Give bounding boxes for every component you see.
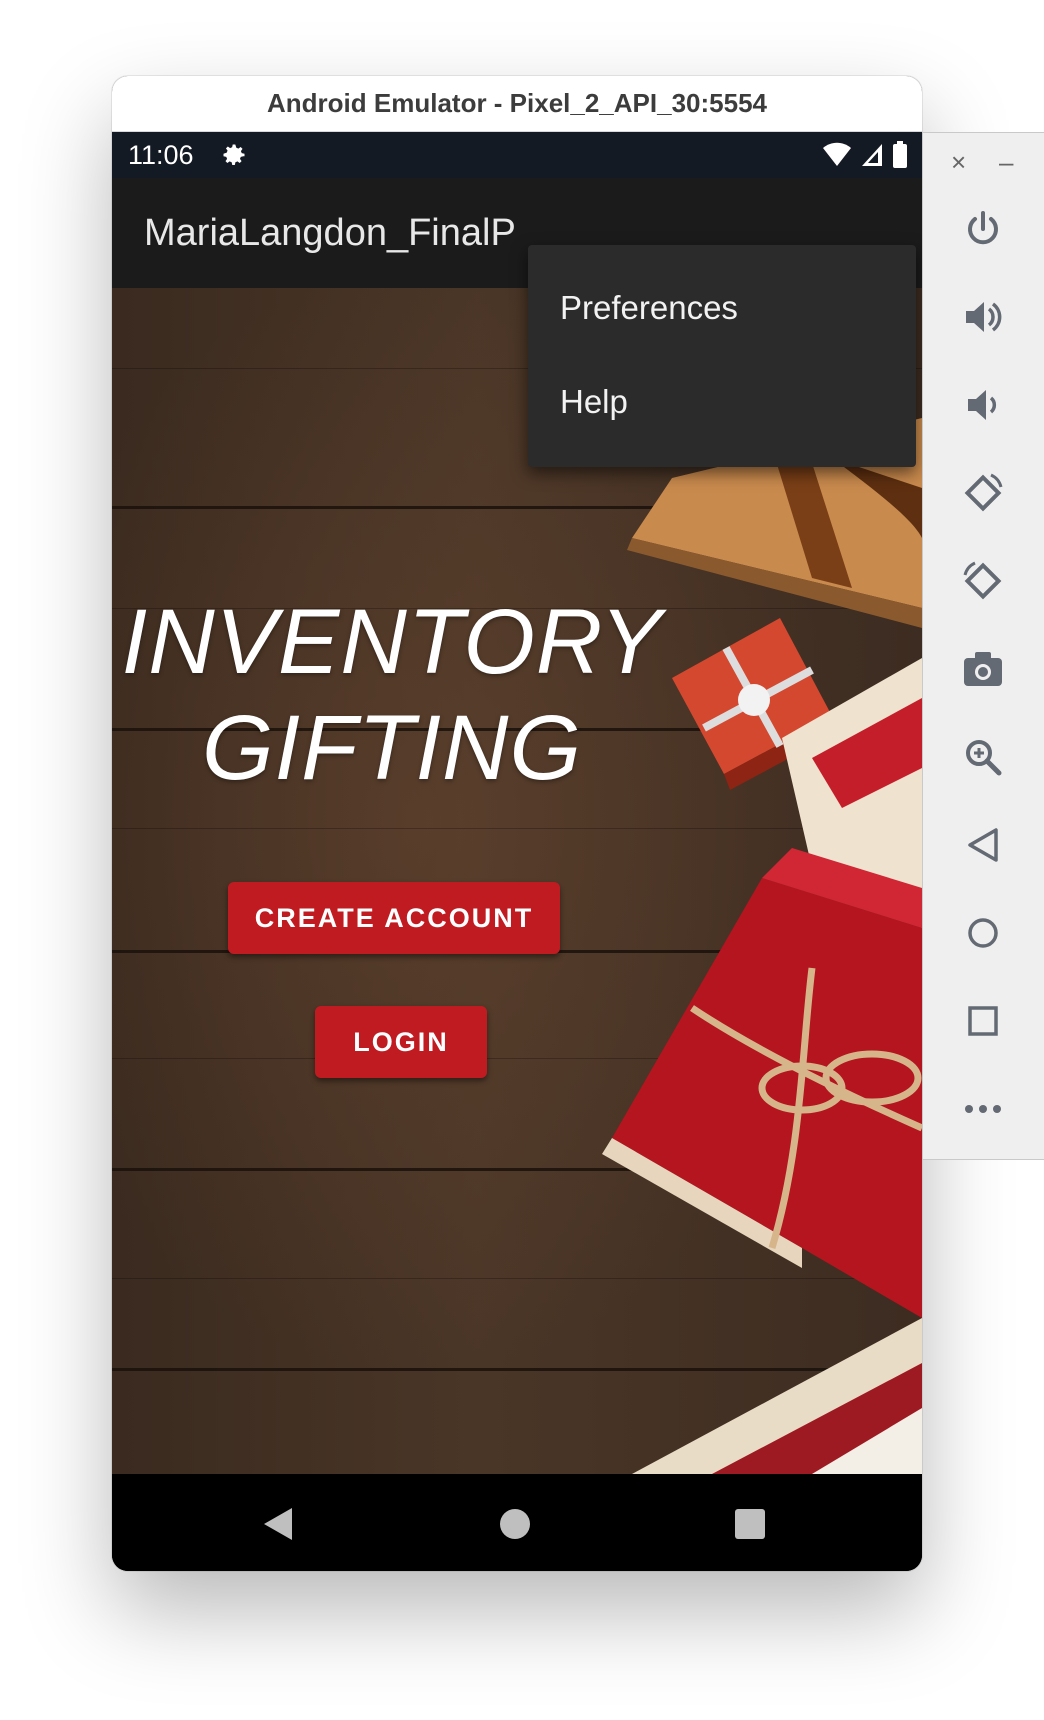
window-title: Android Emulator - Pixel_2_API_30:5554 — [112, 76, 922, 132]
camera-icon[interactable] — [955, 641, 1011, 697]
wifi-icon — [823, 142, 851, 166]
app-title: MariaLangdon_FinalP — [144, 212, 516, 254]
minimize-icon[interactable]: – — [999, 147, 1013, 178]
screenshot: Android Emulator - Pixel_2_API_30:5554 1… — [0, 0, 1044, 1720]
headline-line1: INVENTORY — [121, 591, 663, 693]
battery-icon — [893, 141, 907, 168]
signal-icon — [862, 144, 882, 166]
create-account-button[interactable]: CREATE ACCOUNT — [228, 882, 560, 954]
rotate-left-icon[interactable] — [955, 465, 1011, 521]
back-icon[interactable] — [955, 817, 1011, 873]
power-icon[interactable] — [955, 201, 1011, 257]
navigation-bar — [112, 1474, 922, 1571]
more-icon[interactable] — [955, 1081, 1011, 1137]
overflow-menu: Preferences Help — [528, 245, 916, 467]
back-icon[interactable] — [262, 1506, 296, 1542]
status-icons — [822, 141, 908, 169]
emulator-window: Android Emulator - Pixel_2_API_30:5554 1… — [112, 76, 922, 1571]
menu-item-help[interactable]: Help — [560, 383, 628, 421]
home-icon[interactable] — [498, 1507, 532, 1541]
volume-down-icon[interactable] — [955, 377, 1011, 433]
rotate-right-icon[interactable] — [955, 553, 1011, 609]
home-icon[interactable] — [955, 905, 1011, 961]
android-screen: 11:06 MariaLangdon_FinalP INVENTORY GIFT… — [112, 132, 922, 1571]
gear-icon — [223, 144, 245, 166]
status-time: 11:06 — [128, 140, 194, 170]
headline-line2: GIFTING — [201, 697, 583, 799]
large-red-gift-box — [602, 848, 922, 1318]
emulator-toolbar: × – — [922, 132, 1044, 1160]
overview-icon[interactable] — [955, 993, 1011, 1049]
menu-item-preferences[interactable]: Preferences — [560, 289, 738, 327]
zoom-icon[interactable] — [955, 729, 1011, 785]
login-button[interactable]: LOGIN — [315, 1006, 487, 1078]
status-bar: 11:06 — [112, 132, 922, 178]
recents-icon[interactable] — [734, 1508, 766, 1540]
close-icon[interactable]: × — [951, 147, 966, 178]
volume-up-icon[interactable] — [955, 289, 1011, 345]
bottom-gift-box — [632, 1318, 922, 1474]
